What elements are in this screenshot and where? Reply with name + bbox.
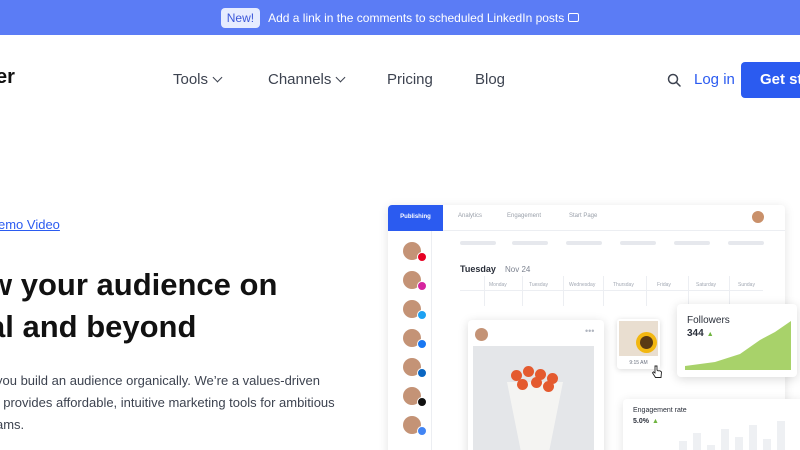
logo[interactable]: er (0, 66, 15, 89)
description-line-3: ams. (0, 417, 25, 432)
calendar-divider (646, 276, 647, 306)
calendar-day-date: Nov 24 (505, 265, 531, 274)
pinterest-icon (417, 252, 427, 262)
trend-up-icon: ▲ (706, 331, 714, 338)
engagement-title: Engagement rate (633, 407, 687, 414)
post-image (473, 346, 594, 450)
engagement-bar (749, 425, 757, 450)
tab-start-page: Start Page (569, 213, 598, 219)
placeholder-line (566, 241, 602, 245)
weekday-label: Tuesday (529, 282, 548, 288)
weekday-label: Thursday (613, 282, 634, 288)
login-link[interactable]: Log in (694, 71, 735, 88)
followers-value: 344 ▲ (687, 328, 714, 339)
googlebusiness-icon (417, 426, 427, 436)
engagement-card: Engagement rate 5.0% ▲ (623, 399, 800, 450)
calendar-day-title: Tuesday (460, 264, 496, 274)
description-line-2: t provides affordable, intuitive marketi… (0, 395, 335, 410)
chevron-down-icon (212, 72, 223, 83)
engagement-value: 5.0% ▲ (633, 418, 659, 425)
engagement-bar (763, 439, 771, 450)
nav-channels-label: Channels (268, 71, 332, 88)
announcement-message[interactable]: Add a link in the comments to scheduled … (268, 10, 580, 25)
instagram-icon (417, 281, 427, 291)
announcement-text: Add a link in the comments to scheduled … (268, 10, 565, 25)
more-options-icon: ••• (585, 326, 595, 336)
placeholder-line (620, 241, 656, 245)
weekday-label: Wednesday (569, 282, 596, 288)
calendar-divider (484, 276, 485, 306)
chevron-down-icon (335, 72, 346, 83)
weekday-label: Sunday (738, 282, 755, 288)
followers-title: Followers (687, 315, 730, 326)
weekday-label: Saturday (696, 282, 717, 288)
hand-cursor-icon (651, 365, 662, 378)
nav-tools-label: Tools (173, 71, 209, 88)
followers-count: 344 (687, 328, 704, 339)
flower (531, 377, 542, 388)
tab-publishing: Publishing (388, 205, 443, 231)
bouquet-wrap (507, 382, 563, 450)
get-started-button[interactable]: Get sta (741, 62, 800, 98)
watch-demo-link[interactable]: emo Video (0, 217, 60, 232)
description-line-1: you build an audience organically. We’re… (0, 373, 320, 388)
tab-analytics: Analytics (458, 213, 483, 219)
speech-bubble-icon (568, 12, 580, 22)
calendar-divider (688, 276, 689, 306)
placeholder-line (728, 241, 764, 245)
nav-tools[interactable]: Tools (173, 71, 223, 88)
nav-blog[interactable]: Blog (475, 71, 505, 88)
trend-up-icon: ▲ (651, 418, 659, 425)
placeholder-line (674, 241, 710, 245)
sunflower (640, 336, 653, 349)
search-icon[interactable] (667, 73, 681, 87)
weekday-label: Friday (657, 282, 671, 288)
calendar-divider (522, 276, 523, 306)
headline-line-2: al and beyond (0, 309, 197, 344)
flower (517, 379, 528, 390)
new-badge: New! (220, 7, 261, 28)
scheduled-post-card: ••• (468, 320, 604, 450)
engagement-bar (679, 441, 687, 450)
followers-card: Followers 344 ▲ (677, 304, 797, 377)
engagement-bar (721, 429, 729, 450)
channel-sidebar (388, 231, 432, 450)
announcement-bar[interactable]: New! Add a link in the comments to sched… (0, 0, 800, 35)
calendar-divider (460, 290, 763, 291)
tiktok-icon (417, 397, 427, 407)
hero-headline: w your audience on al and beyond (0, 264, 277, 348)
avatar (751, 210, 765, 224)
placeholder-line (512, 241, 548, 245)
engagement-bar (707, 445, 715, 450)
calendar-divider (563, 276, 564, 306)
engagement-rate: 5.0% (633, 418, 649, 425)
tab-engagement: Engagement (507, 213, 542, 219)
flower (523, 366, 534, 377)
avatar (475, 328, 488, 341)
calendar-divider (729, 276, 730, 306)
nav-pricing[interactable]: Pricing (387, 71, 433, 88)
nav-channels[interactable]: Channels (268, 71, 346, 88)
hero-description: you build an audience organically. We’re… (0, 370, 356, 436)
engagement-bar (777, 421, 785, 450)
twitter-icon (417, 310, 427, 320)
placeholder-line (460, 241, 496, 245)
linkedin-icon (417, 368, 427, 378)
mockup-tabbar: Publishing Analytics Engagement Start Pa… (388, 205, 785, 231)
weekday-label: Monday (489, 282, 507, 288)
engagement-bar (735, 437, 743, 450)
engagement-bar (693, 433, 701, 450)
scheduled-thumbnail-card: 9:15 AM (617, 319, 660, 369)
flower (543, 381, 554, 392)
calendar-divider (603, 276, 604, 306)
headline-line-1: w your audience on (0, 267, 278, 302)
facebook-icon (417, 339, 427, 349)
sunflower-image (619, 321, 658, 356)
